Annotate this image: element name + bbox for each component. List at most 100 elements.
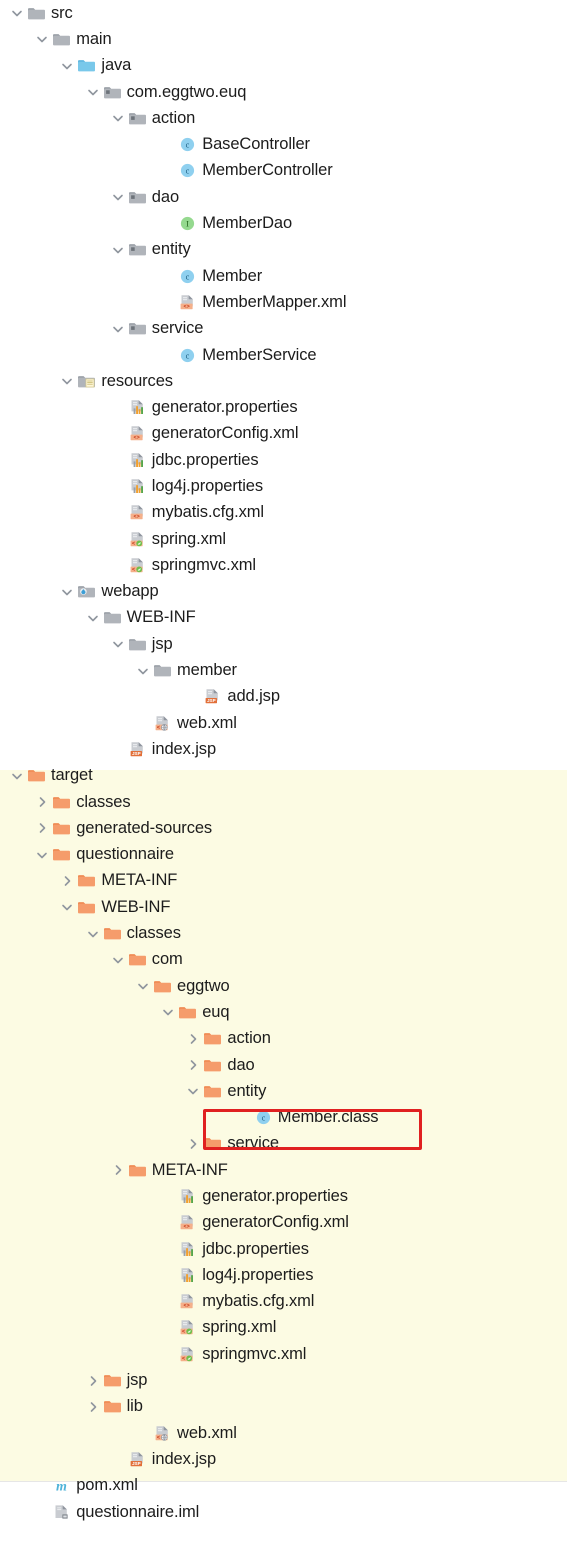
chevron-down-icon[interactable] bbox=[59, 373, 75, 389]
tree-row[interactable]: eggtwo bbox=[0, 973, 567, 999]
chevron-right-icon[interactable] bbox=[85, 1373, 101, 1389]
tree-row[interactable]: jsp bbox=[0, 1367, 567, 1393]
chevron-down-icon[interactable] bbox=[9, 5, 25, 21]
chevron-right-icon[interactable] bbox=[110, 1162, 126, 1178]
tree-row[interactable]: META-INF bbox=[0, 868, 567, 894]
svg-text:<>: <> bbox=[133, 435, 139, 441]
chevron-down-icon[interactable] bbox=[85, 84, 101, 100]
chevron-down-icon[interactable] bbox=[110, 636, 126, 652]
chevron-right-icon[interactable] bbox=[59, 873, 75, 889]
tree-row[interactable]: resources bbox=[0, 368, 567, 394]
tree-row[interactable]: JSP add.jsp bbox=[0, 684, 567, 710]
tree-row[interactable]: < springmvc.xml bbox=[0, 1341, 567, 1367]
tree-row[interactable]: I MemberDao bbox=[0, 210, 567, 236]
tree-row[interactable]: questionnaire.iml bbox=[0, 1499, 567, 1525]
folder-orange-icon bbox=[153, 977, 172, 996]
tree-row[interactable]: service bbox=[0, 316, 567, 342]
chevron-down-icon[interactable] bbox=[185, 1083, 201, 1099]
tree-row[interactable]: <> mybatis.cfg.xml bbox=[0, 500, 567, 526]
tree-row[interactable]: classes bbox=[0, 920, 567, 946]
chevron-down-icon[interactable] bbox=[110, 189, 126, 205]
chevron-right-icon[interactable] bbox=[185, 1136, 201, 1152]
svg-text:c: c bbox=[186, 141, 190, 150]
tree-row[interactable]: generator.properties bbox=[0, 1183, 567, 1209]
tree-row[interactable]: <> generatorConfig.xml bbox=[0, 421, 567, 447]
tree-row[interactable]: dao bbox=[0, 184, 567, 210]
tree-row[interactable]: c MemberController bbox=[0, 158, 567, 184]
tree-row-label: java bbox=[101, 56, 132, 75]
chevron-right-icon[interactable] bbox=[185, 1057, 201, 1073]
xml-file-icon: <> bbox=[128, 424, 147, 443]
tree-row[interactable]: dao bbox=[0, 1052, 567, 1078]
tree-row[interactable]: c Member.class bbox=[0, 1104, 567, 1130]
tree-row[interactable]: java bbox=[0, 53, 567, 79]
tree-row[interactable]: generator.properties bbox=[0, 394, 567, 420]
tree-row[interactable]: jdbc.properties bbox=[0, 447, 567, 473]
tree-row[interactable]: WEB-INF bbox=[0, 605, 567, 631]
tree-row[interactable]: c Member bbox=[0, 263, 567, 289]
tree-row[interactable]: com bbox=[0, 947, 567, 973]
tree-row[interactable]: WEB-INF bbox=[0, 894, 567, 920]
tree-row[interactable]: m pom.xml bbox=[0, 1473, 567, 1499]
tree-row-label: jdbc.properties bbox=[151, 450, 259, 469]
chevron-down-icon[interactable] bbox=[9, 768, 25, 784]
tree-row[interactable]: target bbox=[0, 763, 567, 789]
tree-row[interactable]: JSP index.jsp bbox=[0, 736, 567, 762]
tree-row[interactable]: generated-sources bbox=[0, 815, 567, 841]
tree-row[interactable]: service bbox=[0, 1131, 567, 1157]
tree-row[interactable]: <> MemberMapper.xml bbox=[0, 289, 567, 315]
tree-row[interactable]: c BaseController bbox=[0, 131, 567, 157]
chevron-down-icon[interactable] bbox=[110, 110, 126, 126]
chevron-down-icon[interactable] bbox=[160, 1004, 176, 1020]
project-tree-panel: src main java com.eggtwo.euq action c BaseCont… bbox=[0, 0, 567, 1541]
tree-row[interactable]: <> mybatis.cfg.xml bbox=[0, 1289, 567, 1315]
tree-row-label: web.xml bbox=[177, 713, 237, 732]
tree-row[interactable]: < spring.xml bbox=[0, 526, 567, 552]
tree-row[interactable]: member bbox=[0, 657, 567, 683]
tree-row[interactable]: META-INF bbox=[0, 1157, 567, 1183]
tree-row[interactable]: JSP index.jsp bbox=[0, 1446, 567, 1472]
tree-row-label: lib bbox=[126, 1397, 143, 1416]
chevron-down-icon[interactable] bbox=[135, 978, 151, 994]
tree-row[interactable]: euq bbox=[0, 999, 567, 1025]
tree-row[interactable]: < springmvc.xml bbox=[0, 552, 567, 578]
tree-row[interactable]: action bbox=[0, 105, 567, 131]
tree-row[interactable]: log4j.properties bbox=[0, 1262, 567, 1288]
chevron-right-icon[interactable] bbox=[34, 794, 50, 810]
chevron-down-icon[interactable] bbox=[34, 847, 50, 863]
chevron-down-icon[interactable] bbox=[85, 926, 101, 942]
chevron-down-icon[interactable] bbox=[135, 663, 151, 679]
tree-row[interactable]: entity bbox=[0, 1078, 567, 1104]
tree-row[interactable]: lib bbox=[0, 1394, 567, 1420]
tree-row[interactable]: log4j.properties bbox=[0, 473, 567, 499]
chevron-down-icon[interactable] bbox=[59, 58, 75, 74]
tree-row[interactable]: src bbox=[0, 0, 567, 26]
tree-row[interactable]: action bbox=[0, 1026, 567, 1052]
tree-row[interactable]: < web.xml bbox=[0, 710, 567, 736]
chevron-right-icon[interactable] bbox=[85, 1399, 101, 1415]
tree-row[interactable]: classes bbox=[0, 789, 567, 815]
chevron-right-icon[interactable] bbox=[185, 1031, 201, 1047]
tree-row[interactable]: jdbc.properties bbox=[0, 1236, 567, 1262]
tree-row-label: com.eggtwo.euq bbox=[126, 82, 247, 101]
chevron-down-icon[interactable] bbox=[59, 899, 75, 915]
file-tree[interactable]: src main java com.eggtwo.euq action c BaseCont… bbox=[0, 0, 567, 1525]
chevron-right-icon[interactable] bbox=[34, 820, 50, 836]
tree-row[interactable]: webapp bbox=[0, 579, 567, 605]
tree-row[interactable]: main bbox=[0, 26, 567, 52]
tree-row[interactable]: questionnaire bbox=[0, 842, 567, 868]
chevron-down-icon[interactable] bbox=[110, 321, 126, 337]
tree-row[interactable]: c MemberService bbox=[0, 342, 567, 368]
chevron-down-icon[interactable] bbox=[59, 584, 75, 600]
tree-row[interactable]: < web.xml bbox=[0, 1420, 567, 1446]
tree-row[interactable]: jsp bbox=[0, 631, 567, 657]
chevron-down-icon[interactable] bbox=[85, 610, 101, 626]
tree-row[interactable]: entity bbox=[0, 237, 567, 263]
chevron-down-icon[interactable] bbox=[110, 952, 126, 968]
folder-orange-icon bbox=[52, 793, 71, 812]
tree-row[interactable]: com.eggtwo.euq bbox=[0, 79, 567, 105]
chevron-down-icon[interactable] bbox=[34, 31, 50, 47]
tree-row[interactable]: <> generatorConfig.xml bbox=[0, 1210, 567, 1236]
chevron-down-icon[interactable] bbox=[110, 242, 126, 258]
tree-row[interactable]: < spring.xml bbox=[0, 1315, 567, 1341]
